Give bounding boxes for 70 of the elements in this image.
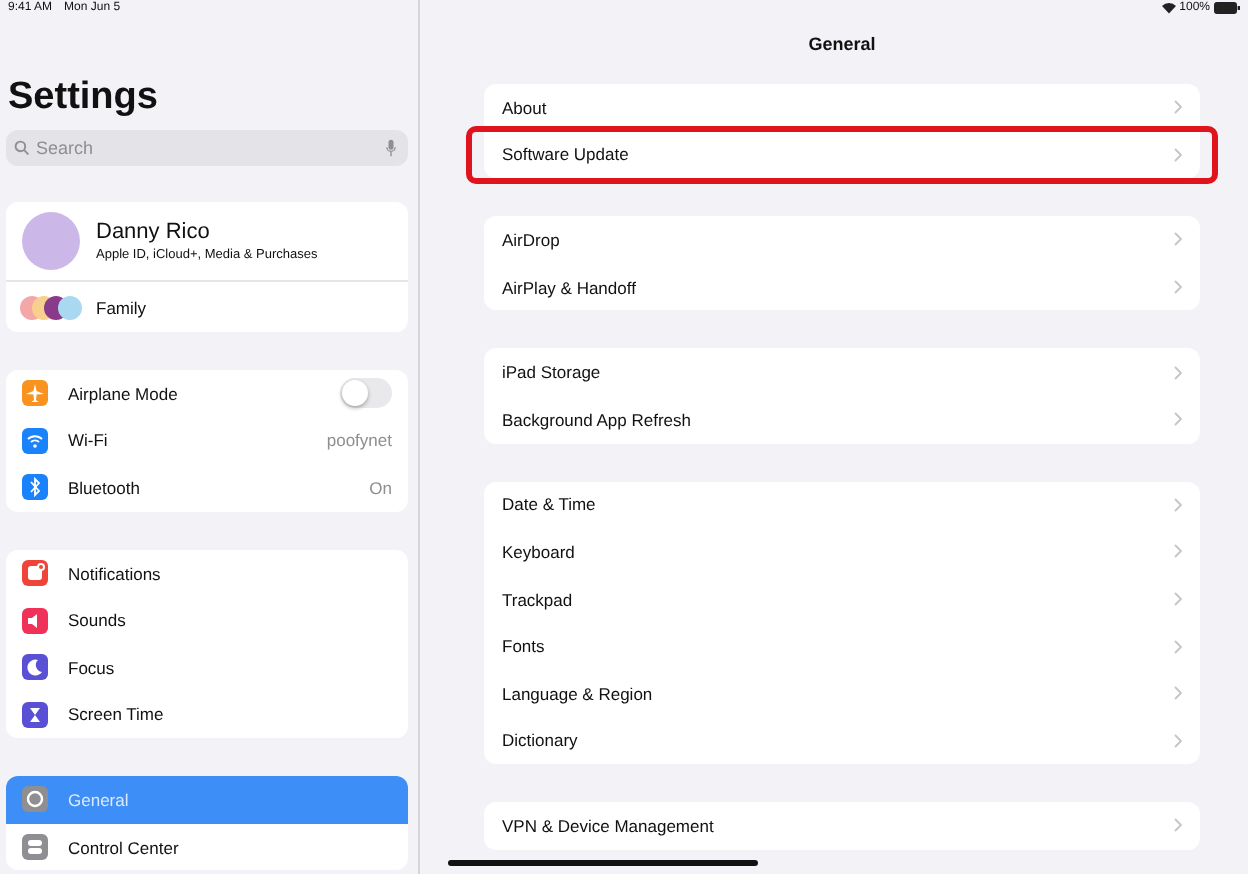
chevron-icon xyxy=(1174,544,1182,559)
chevron-icon xyxy=(1174,365,1182,380)
chevron-icon xyxy=(1174,100,1182,115)
settings-row-label: Keyboard xyxy=(502,541,575,562)
settings-row[interactable]: VPN & Device Management xyxy=(484,802,1200,850)
sidebar-item-value: poofynet xyxy=(326,430,392,451)
chevron-icon xyxy=(1174,639,1182,654)
chevron-icon xyxy=(1174,686,1182,701)
settings-row[interactable]: AirPlay & Handoff xyxy=(484,263,1200,311)
settings-row-label: About xyxy=(502,97,547,118)
settings-row[interactable]: iPad Storage xyxy=(484,348,1200,396)
settings-row-label: Background App Refresh xyxy=(502,409,692,430)
family-row[interactable]: Family xyxy=(6,280,408,332)
family-avatars-icon xyxy=(18,293,86,321)
sidebar-item-label: Wi-Fi xyxy=(68,430,110,451)
microphone-icon[interactable] xyxy=(386,139,396,157)
settings-row[interactable]: Trackpad xyxy=(484,575,1200,623)
sidebar-item[interactable]: Sounds xyxy=(6,596,408,644)
sidebar-item[interactable]: Screen Time xyxy=(6,691,408,739)
sidebar-item-label: General xyxy=(68,789,131,810)
toggle-switch[interactable] xyxy=(340,378,392,409)
settings-row[interactable]: Keyboard xyxy=(484,528,1200,576)
settings-row[interactable]: Language & Region xyxy=(484,669,1200,718)
sidebar-item-label: Control Center xyxy=(68,837,181,858)
chevron-icon xyxy=(1174,280,1182,295)
sidebar-item-label: Bluetooth xyxy=(68,477,142,498)
sidebar-item[interactable]: Airplane Mode xyxy=(6,370,408,418)
settings-row[interactable]: Background App Refresh xyxy=(484,395,1200,444)
family-label: Family xyxy=(96,297,147,317)
settings-row-label: Fonts xyxy=(502,636,545,657)
settings-row[interactable]: Date & Time xyxy=(484,481,1200,529)
profile-name: Danny Rico xyxy=(96,220,212,244)
sidebar-item-value: On xyxy=(369,477,392,498)
chevron-icon xyxy=(1174,497,1182,512)
settings-row-label: iPad Storage xyxy=(502,362,601,383)
sidebar-item-label: Focus xyxy=(68,657,117,678)
chevron-icon xyxy=(1174,592,1182,607)
chevron-icon xyxy=(1174,818,1182,833)
sidebar-item[interactable]: Notifications xyxy=(6,549,408,597)
sidebar-item[interactable]: Wi-Fi poofynet xyxy=(6,417,408,465)
sidebar-item[interactable]: Control Center xyxy=(6,823,408,871)
sidebar-item-label: Airplane Mode xyxy=(68,383,180,404)
settings-row[interactable]: Dictionary xyxy=(484,717,1200,765)
search-field[interactable]: Search xyxy=(6,130,408,166)
sidebar-title: Settings xyxy=(8,76,160,120)
page-title: General xyxy=(806,34,878,56)
settings-row-label: AirPlay & Handoff xyxy=(502,277,636,298)
chevron-icon xyxy=(1174,232,1182,247)
settings-row-label: Trackpad xyxy=(502,589,573,610)
settings-row[interactable]: AirDrop xyxy=(484,216,1200,264)
settings-row-label: Language & Region xyxy=(502,683,653,704)
chevron-icon xyxy=(1174,147,1182,162)
settings-row-label: Date & Time xyxy=(502,494,596,515)
sidebar-item-label: Notifications xyxy=(68,563,163,584)
battery-icon xyxy=(1214,2,1240,14)
sidebar-item-label: Screen Time xyxy=(68,704,166,725)
settings-row-label: Dictionary xyxy=(502,730,578,751)
chevron-icon xyxy=(1174,412,1182,427)
settings-row[interactable]: About xyxy=(484,84,1200,132)
sidebar-item-label: Sounds xyxy=(68,610,128,631)
settings-row[interactable]: Fonts xyxy=(484,622,1200,670)
settings-row-label: AirDrop xyxy=(502,229,560,250)
avatar xyxy=(22,212,80,270)
settings-row-label: VPN & Device Management xyxy=(502,815,714,836)
sidebar-item[interactable]: Focus xyxy=(6,643,408,692)
sidebar-item[interactable]: Bluetooth On xyxy=(6,464,408,512)
chevron-icon xyxy=(1174,733,1182,748)
settings-row-label: Software Update xyxy=(502,144,629,165)
settings-row[interactable]: Software Update xyxy=(472,131,1212,179)
wifi-icon xyxy=(1161,2,1176,14)
